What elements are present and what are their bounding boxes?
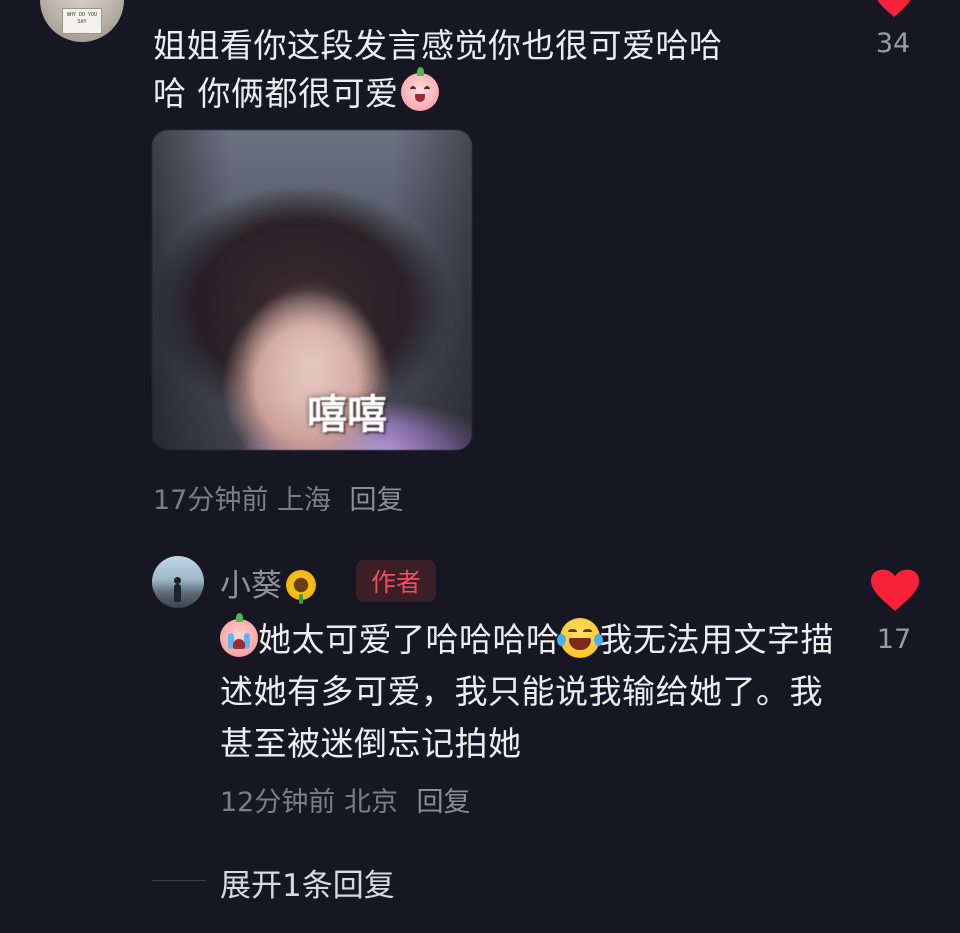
like-count: 34 xyxy=(875,28,911,59)
comment-meta: 17分钟前 上海 回复 xyxy=(153,478,404,517)
expand-replies-button[interactable]: 展开1条回复 xyxy=(220,860,395,905)
comment-text-line1: 姐姐看你这段发言感觉你也很可爱哈哈 xyxy=(153,26,723,65)
reply-time: 12分钟前 xyxy=(220,787,336,818)
tears-of-joy-emoji-icon xyxy=(556,618,603,658)
reply-text-part1: 她太可爱了哈哈哈哈 xyxy=(258,620,560,659)
comment-image[interactable]: 嘻嘻 xyxy=(152,130,472,450)
reply-meta: 12分钟前 北京 回复 xyxy=(220,780,471,819)
author-badge: 作者 xyxy=(356,560,436,602)
avatar-sign: WHY DO YOU SAY xyxy=(62,8,102,34)
comment-time: 17分钟前 xyxy=(153,485,269,516)
like-heart-icon[interactable] xyxy=(871,569,919,613)
reply-like-count: 17 xyxy=(876,624,912,655)
commenter-avatar[interactable]: WHY DO YOU SAY xyxy=(40,0,124,42)
author-name-text: 小葵 xyxy=(220,568,282,604)
reply-button[interactable]: 回复 xyxy=(417,787,471,818)
laughing-face-sticker-icon xyxy=(400,67,439,111)
expand-divider xyxy=(152,880,206,881)
comment-text: 姐姐看你这段发言感觉你也很可爱哈哈 哈 你俩都很可爱 xyxy=(153,22,813,118)
reply-location: 北京 xyxy=(343,787,398,818)
crying-face-sticker-icon xyxy=(220,613,258,657)
reply-text: 她太可爱了哈哈哈哈 我无法用文字描述她有多可爱，我只能说我输给她了。我甚至被迷倒忘… xyxy=(220,613,850,770)
reply-button[interactable]: 回复 xyxy=(350,485,404,516)
image-caption: 嘻嘻 xyxy=(307,392,387,438)
reply-author-name[interactable]: 小葵 xyxy=(220,560,316,605)
reply-author-avatar[interactable] xyxy=(152,556,204,608)
comment-text-line2: 哈 你俩都很可爱 xyxy=(153,74,399,113)
sunflower-icon xyxy=(286,570,316,604)
like-heart-icon[interactable] xyxy=(876,0,912,18)
comment-location: 上海 xyxy=(276,485,331,516)
